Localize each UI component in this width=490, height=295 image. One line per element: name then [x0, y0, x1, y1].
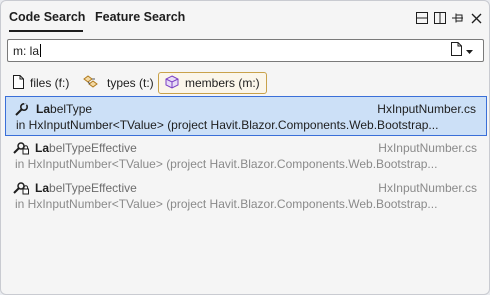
result-file: HxInputNumber.cs — [378, 181, 477, 195]
result-file: HxInputNumber.cs — [378, 141, 477, 155]
tab-feature-search[interactable]: Feature Search — [95, 10, 185, 24]
title-bar-buttons — [415, 11, 483, 25]
result-name: LabelType — [36, 102, 93, 116]
filter-members-label: members (m:) — [185, 76, 260, 90]
result-context: in HxInputNumber<TValue> (project Havit.… — [15, 197, 438, 211]
filter-members[interactable]: members (m:) — [158, 72, 267, 94]
search-input-value[interactable]: m: la — [13, 44, 42, 58]
dock-layout-icon[interactable] — [433, 11, 447, 25]
wrench-lock-icon — [13, 141, 29, 155]
result-file: HxInputNumber.cs — [377, 102, 476, 116]
wrench-icon — [14, 102, 30, 116]
cube-icon — [165, 74, 179, 92]
result-context: in HxInputNumber<TValue> (project Havit.… — [15, 157, 438, 171]
title-bar: Code Search Feature Search — [1, 1, 489, 33]
wrench-lock-icon — [13, 181, 29, 195]
active-tab-indicator — [9, 30, 83, 32]
filter-files[interactable]: files (f:) — [9, 72, 73, 94]
result-item[interactable]: LabelType HxInputNumber.cs in HxInputNum… — [5, 96, 487, 136]
filter-files-label: files (f:) — [30, 76, 70, 90]
chevron-down-icon — [466, 44, 473, 58]
search-options-button[interactable] — [449, 42, 479, 59]
result-context: in HxInputNumber<TValue> (project Havit.… — [16, 118, 439, 132]
pin-icon[interactable] — [451, 11, 465, 25]
search-input[interactable]: m: la — [7, 39, 484, 62]
split-layout-icon[interactable] — [415, 11, 429, 25]
document-icon — [451, 42, 462, 59]
result-name: LabelTypeEffective — [35, 181, 137, 195]
result-name: LabelTypeEffective — [35, 141, 137, 155]
filter-types-label: types (t:) — [107, 76, 154, 90]
filter-types[interactable]: types (t:) — [79, 72, 158, 94]
tab-code-search[interactable]: Code Search — [9, 10, 85, 24]
code-search-window: Code Search Feature Search m: la files (… — [0, 0, 490, 295]
results-list: LabelType HxInputNumber.cs in HxInputNum… — [5, 96, 487, 216]
result-item[interactable]: LabelTypeEffective HxInputNumber.cs in H… — [5, 136, 487, 176]
file-icon — [13, 74, 24, 92]
result-item[interactable]: LabelTypeEffective HxInputNumber.cs in H… — [5, 176, 487, 216]
search-filters: files (f:) types (t:) members (m:) — [7, 72, 485, 94]
text-caret — [40, 44, 42, 57]
close-icon[interactable] — [469, 11, 483, 25]
types-icon — [83, 74, 101, 92]
